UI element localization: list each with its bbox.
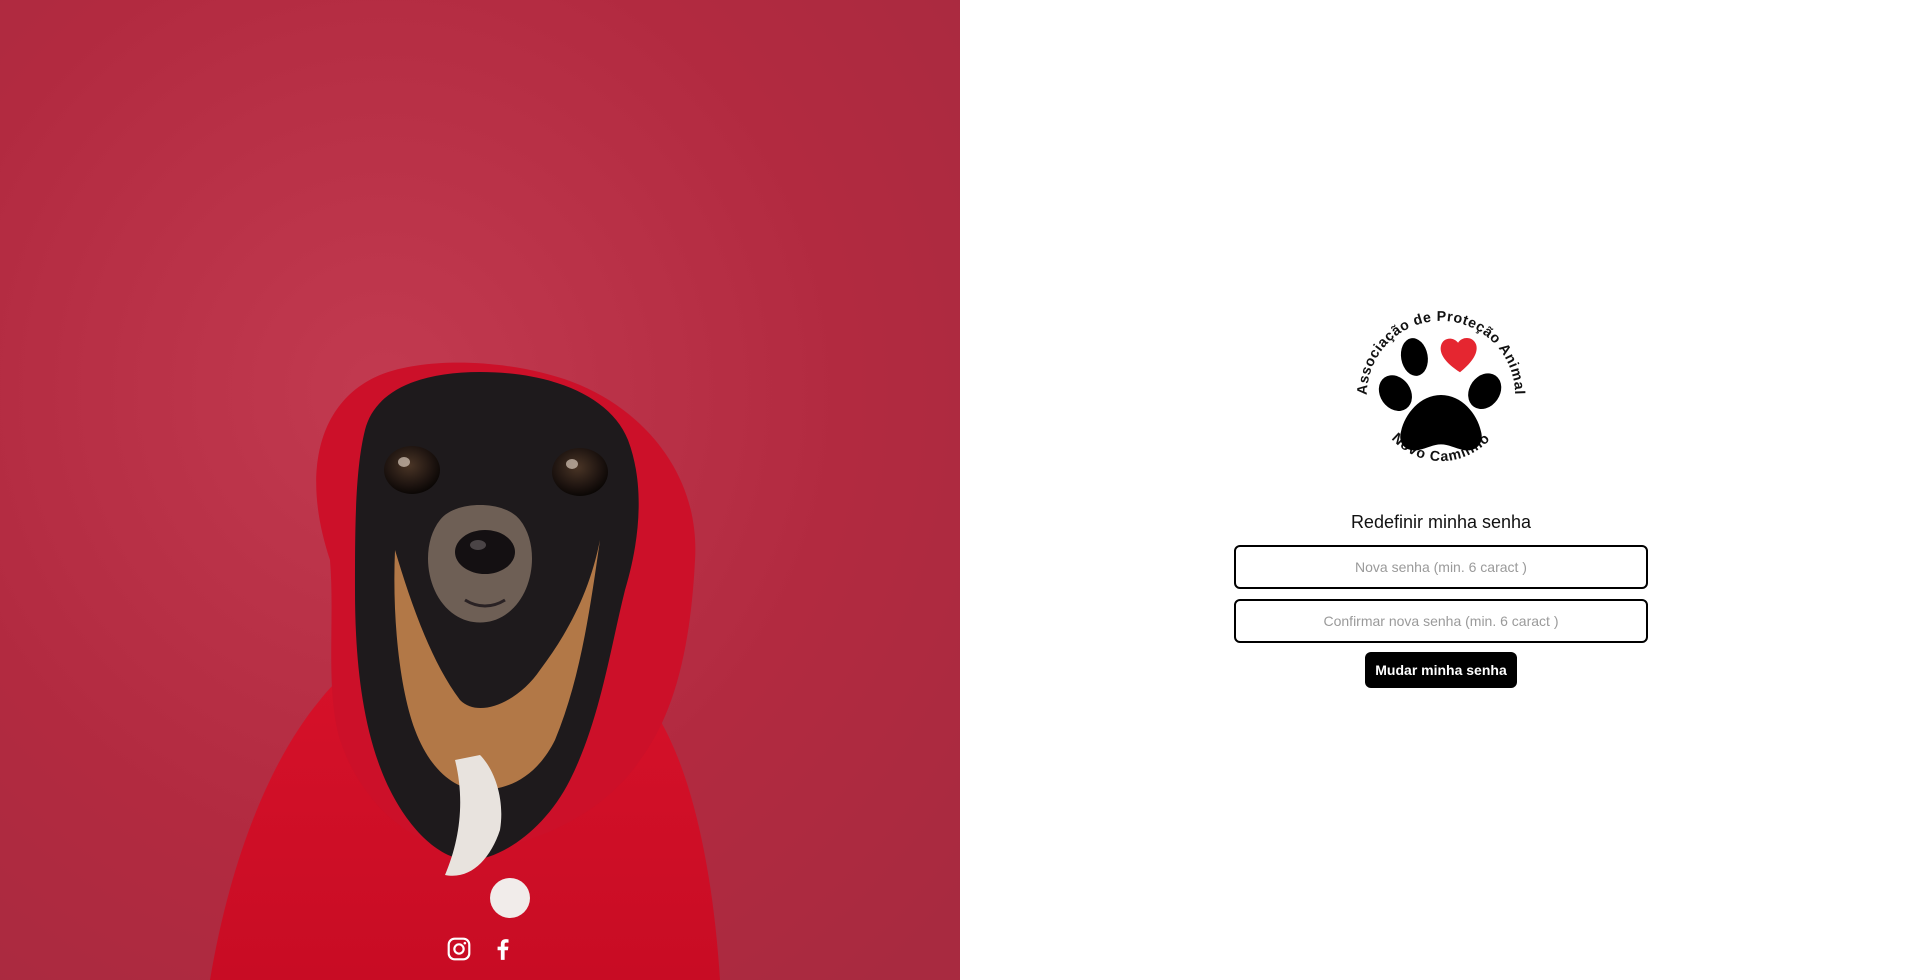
dog-photo <box>0 0 960 980</box>
page-title: Redefinir minha senha <box>1350 512 1532 532</box>
heart-icon <box>1440 337 1477 373</box>
facebook-icon[interactable] <box>490 936 516 962</box>
reset-password-panel: Associação de Proteção Animal Novo Camin… <box>960 0 1920 980</box>
paw-icon <box>1378 338 1502 451</box>
instagram-icon[interactable] <box>446 936 472 962</box>
hero-image-panel <box>0 0 960 980</box>
change-password-button[interactable]: Mudar minha senha <box>1365 652 1517 688</box>
reset-password-card: Associação de Proteção Animal Novo Camin… <box>1232 300 1650 688</box>
organization-logo: Associação de Proteção Animal Novo Camin… <box>1355 309 1527 465</box>
social-links <box>446 936 516 962</box>
new-password-field[interactable] <box>1234 545 1648 589</box>
confirm-password-field[interactable] <box>1234 599 1648 643</box>
page: Associação de Proteção Animal Novo Camin… <box>0 0 1920 980</box>
